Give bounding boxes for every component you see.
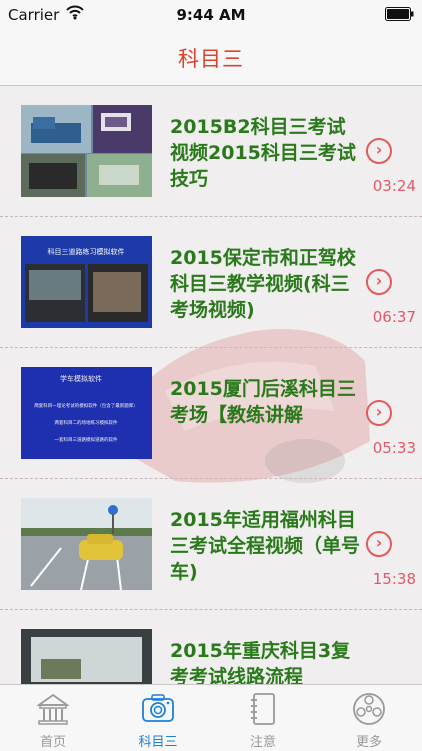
notebook-icon: [251, 693, 275, 725]
video-thumbnail: [21, 629, 152, 684]
tab-notice[interactable]: 注意: [221, 685, 305, 751]
tab-more[interactable]: 更多: [327, 685, 411, 751]
chevron-right-icon[interactable]: ›: [366, 138, 392, 164]
reel-icon: [353, 693, 385, 725]
chevron-right-icon[interactable]: ›: [366, 400, 392, 426]
tab-home[interactable]: 首页: [11, 685, 95, 751]
video-duration: 05:33: [372, 439, 416, 457]
video-thumbnail: 学车模拟软件 两套科目一理论考试的模拟软件（包含了最新题库） 两套科目二的场地练…: [21, 367, 152, 459]
chevron-right-icon[interactable]: ›: [366, 269, 392, 295]
list-item[interactable]: 2015年适用福州科目三考试全程视频（单号车) › 15:38: [0, 479, 422, 610]
video-title: 2015年适用福州科目三考试全程视频（单号车): [170, 509, 361, 583]
chevron-right-icon[interactable]: ›: [366, 531, 392, 557]
list-item[interactable]: 科目三道路练习模拟软件 2015保定市和正驾校科目三教学视频(科三考场视频) ›…: [0, 217, 422, 348]
tab-label: 首页: [39, 735, 66, 750]
tab-label: 更多: [355, 735, 382, 750]
video-duration: 03:24: [372, 177, 416, 195]
list-item[interactable]: 2015年重庆科目3复考考试线路流程: [0, 610, 422, 684]
status-time: 9:44 AM: [176, 6, 246, 24]
thumbnail-heading: 学车模拟软件: [60, 374, 102, 383]
list-item[interactable]: 2015B2科目三考试视频2015科目三考试技巧 › 03:24: [0, 86, 422, 217]
navigation-bar: 科目三: [0, 30, 422, 86]
video-duration: 06:37: [372, 308, 416, 326]
video-title: 2015厦门后溪科目三考场【教练讲解: [170, 378, 356, 426]
video-title: 2015年重庆科目3复考考试线路流程: [170, 640, 351, 684]
video-thumbnail: [21, 105, 152, 197]
thumbnail-line: 两套科目二的场地练习模拟软件: [55, 419, 118, 426]
battery-icon: [385, 7, 414, 21]
tab-bar: 首页 科目三 注意 更多: [0, 684, 422, 751]
thumbnail-line: 一套科目三道路模拟道路的软件: [55, 436, 118, 443]
camera-icon: [142, 694, 174, 722]
video-title: 2015B2科目三考试视频2015科目三考试技巧: [170, 116, 356, 190]
page-title: 科目三: [178, 47, 244, 71]
video-thumbnail: 科目三道路练习模拟软件: [21, 236, 152, 328]
building-icon: [36, 693, 70, 725]
list-item[interactable]: 学车模拟软件 两套科目一理论考试的模拟软件（包含了最新题库） 两套科目二的场地练…: [0, 348, 422, 479]
thumbnail-line: 两套科目一理论考试的模拟软件（包含了最新题库）: [34, 402, 138, 409]
tab-label: 注意: [249, 735, 276, 750]
video-list[interactable]: 2015B2科目三考试视频2015科目三考试技巧 › 03:24 科目三道路练习…: [0, 86, 422, 684]
video-title: 2015保定市和正驾校科目三教学视频(科三考场视频): [170, 247, 356, 321]
tab-label: 科目三: [138, 735, 178, 750]
video-thumbnail: [21, 498, 152, 590]
status-bar: Carrier 9:44 AM: [0, 0, 422, 30]
tab-subject-three[interactable]: 科目三: [116, 685, 200, 751]
video-duration: 15:38: [372, 570, 416, 588]
thumbnail-caption: 科目三道路练习模拟软件: [48, 247, 125, 256]
